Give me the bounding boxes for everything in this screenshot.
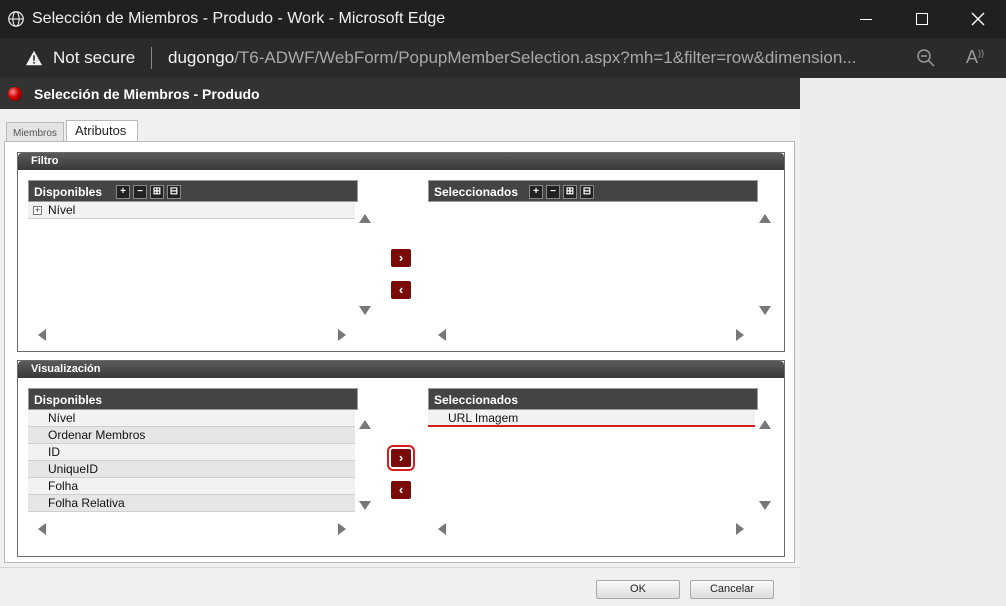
expand-node-icon[interactable]: + bbox=[33, 206, 42, 215]
minimize-button[interactable] bbox=[838, 0, 894, 38]
tab-content: Filtro Disponibles + − ⊞ ⊟ + Nível › ‹ S… bbox=[4, 141, 795, 563]
url-host: dugongo bbox=[168, 48, 235, 67]
list-item-label: Nível bbox=[48, 203, 76, 217]
move-left-button[interactable]: ‹ bbox=[391, 281, 411, 299]
visualizacion-available-title: Disponibles bbox=[34, 393, 103, 407]
security-label[interactable]: Not secure bbox=[53, 48, 135, 68]
window-title: Selección de Miembros - Produdo - Work -… bbox=[32, 10, 446, 27]
filtro-selected-header: Seleccionados + − ⊞ ⊟ bbox=[428, 180, 758, 202]
list-item[interactable]: Folha Relativa bbox=[28, 495, 355, 512]
visualizacion-available-list: Nível Ordenar Membros ID UniqueID Folha … bbox=[28, 410, 355, 512]
scroll-right-icon[interactable] bbox=[736, 329, 744, 341]
move-left-button[interactable]: ‹ bbox=[391, 481, 411, 499]
visualizacion-header: Visualización bbox=[18, 361, 784, 378]
list-item[interactable]: Nível bbox=[28, 410, 355, 427]
filtro-selected-toolbar: + − ⊞ ⊟ bbox=[529, 185, 594, 199]
zoom-out-icon[interactable] bbox=[916, 48, 936, 68]
tab-atributos[interactable]: Atributos bbox=[66, 120, 138, 141]
cancel-button[interactable]: Cancelar bbox=[690, 580, 774, 599]
filtro-available-header: Disponibles + − ⊞ ⊟ bbox=[28, 180, 358, 202]
scroll-right-icon[interactable] bbox=[338, 523, 346, 535]
filtro-selected-panel: Seleccionados + − ⊞ ⊟ bbox=[428, 180, 771, 345]
popup-title: Selección de Miembros - Produdo bbox=[34, 86, 260, 102]
collapse-level-icon[interactable]: ⊟ bbox=[580, 185, 594, 199]
scroll-down-icon[interactable] bbox=[359, 306, 371, 315]
scroll-down-icon[interactable] bbox=[759, 306, 771, 315]
popup-header: Selección de Miembros - Produdo bbox=[0, 78, 800, 109]
warning-icon bbox=[25, 50, 43, 66]
scroll-left-icon[interactable] bbox=[38, 523, 46, 535]
scroll-left-icon[interactable] bbox=[438, 329, 446, 341]
visualizacion-selected-panel: Seleccionados URL Imagem bbox=[428, 388, 771, 553]
read-aloud-icon[interactable]: A)) bbox=[966, 47, 984, 68]
collapse-all-icon[interactable]: − bbox=[546, 185, 560, 199]
visualizacion-available-header: Disponibles bbox=[28, 388, 358, 410]
scroll-up-icon[interactable] bbox=[759, 420, 771, 429]
url-path: /T6-ADWF/WebForm/PopupMemberSelection.as… bbox=[234, 48, 857, 67]
move-right-button[interactable]: › bbox=[387, 445, 415, 471]
browser-title-bar: Selección de Miembros - Produdo - Work -… bbox=[0, 0, 1006, 38]
scroll-right-icon[interactable] bbox=[338, 329, 346, 341]
tab-miembros[interactable]: Miembros bbox=[6, 122, 64, 142]
maximize-button[interactable] bbox=[894, 0, 950, 38]
member-selection-popup: Selección de Miembros - Produdo Miembros… bbox=[0, 78, 800, 606]
visualizacion-selected-list: URL Imagem bbox=[428, 410, 755, 427]
expand-all-icon[interactable]: + bbox=[116, 185, 130, 199]
filtro-available-toolbar: + − ⊞ ⊟ bbox=[116, 185, 181, 199]
maximize-icon bbox=[916, 13, 928, 25]
scroll-down-icon[interactable] bbox=[759, 501, 771, 510]
scroll-up-icon[interactable] bbox=[359, 214, 371, 223]
collapse-level-icon[interactable]: ⊟ bbox=[167, 185, 181, 199]
address-bar[interactable]: Not secure dugongo/T6-ADWF/WebForm/Popup… bbox=[0, 38, 1006, 78]
close-window-button[interactable] bbox=[950, 0, 1006, 38]
address-divider bbox=[151, 47, 152, 69]
visualizacion-selected-title: Seleccionados bbox=[434, 393, 519, 407]
ok-button[interactable]: OK bbox=[596, 580, 680, 599]
url-text[interactable]: dugongo/T6-ADWF/WebForm/PopupMemberSelec… bbox=[168, 48, 857, 68]
list-item[interactable]: UniqueID bbox=[28, 461, 355, 478]
scroll-left-icon[interactable] bbox=[438, 523, 446, 535]
filtro-header: Filtro bbox=[18, 153, 784, 170]
minimize-icon bbox=[860, 18, 872, 20]
scroll-right-icon[interactable] bbox=[736, 523, 744, 535]
visualizacion-available-panel: Disponibles Nível Ordenar Membros ID Uni… bbox=[28, 388, 371, 553]
globe-icon bbox=[8, 11, 24, 27]
expand-level-icon[interactable]: ⊞ bbox=[563, 185, 577, 199]
list-item[interactable]: URL Imagem bbox=[428, 410, 755, 427]
filtro-available-panel: Disponibles + − ⊞ ⊟ + Nível bbox=[28, 180, 371, 345]
blank-area bbox=[800, 78, 1006, 606]
move-right-button[interactable]: › bbox=[391, 249, 411, 267]
list-item[interactable]: Ordenar Membros bbox=[28, 427, 355, 444]
filtro-selected-title: Seleccionados bbox=[434, 185, 519, 199]
close-icon bbox=[971, 12, 985, 26]
visualizacion-selected-header: Seleccionados bbox=[428, 388, 758, 410]
filtro-available-title: Disponibles bbox=[34, 185, 103, 199]
collapse-all-icon[interactable]: − bbox=[133, 185, 147, 199]
list-item[interactable]: Folha bbox=[28, 478, 355, 495]
list-item[interactable]: ID bbox=[28, 444, 355, 461]
scroll-up-icon[interactable] bbox=[759, 214, 771, 223]
filtro-available-list: + Nível bbox=[28, 202, 355, 219]
visualizacion-group: Visualización Disponibles Nível Ordenar … bbox=[17, 360, 785, 557]
app-logo-icon bbox=[8, 87, 22, 101]
expand-level-icon[interactable]: ⊞ bbox=[150, 185, 164, 199]
filtro-group: Filtro Disponibles + − ⊞ ⊟ + Nível › ‹ S… bbox=[17, 152, 785, 352]
list-item[interactable]: + Nível bbox=[28, 202, 355, 219]
scroll-down-icon[interactable] bbox=[359, 501, 371, 510]
expand-all-icon[interactable]: + bbox=[529, 185, 543, 199]
popup-footer: OK Cancelar bbox=[0, 567, 800, 606]
scroll-up-icon[interactable] bbox=[359, 420, 371, 429]
scroll-left-icon[interactable] bbox=[38, 329, 46, 341]
